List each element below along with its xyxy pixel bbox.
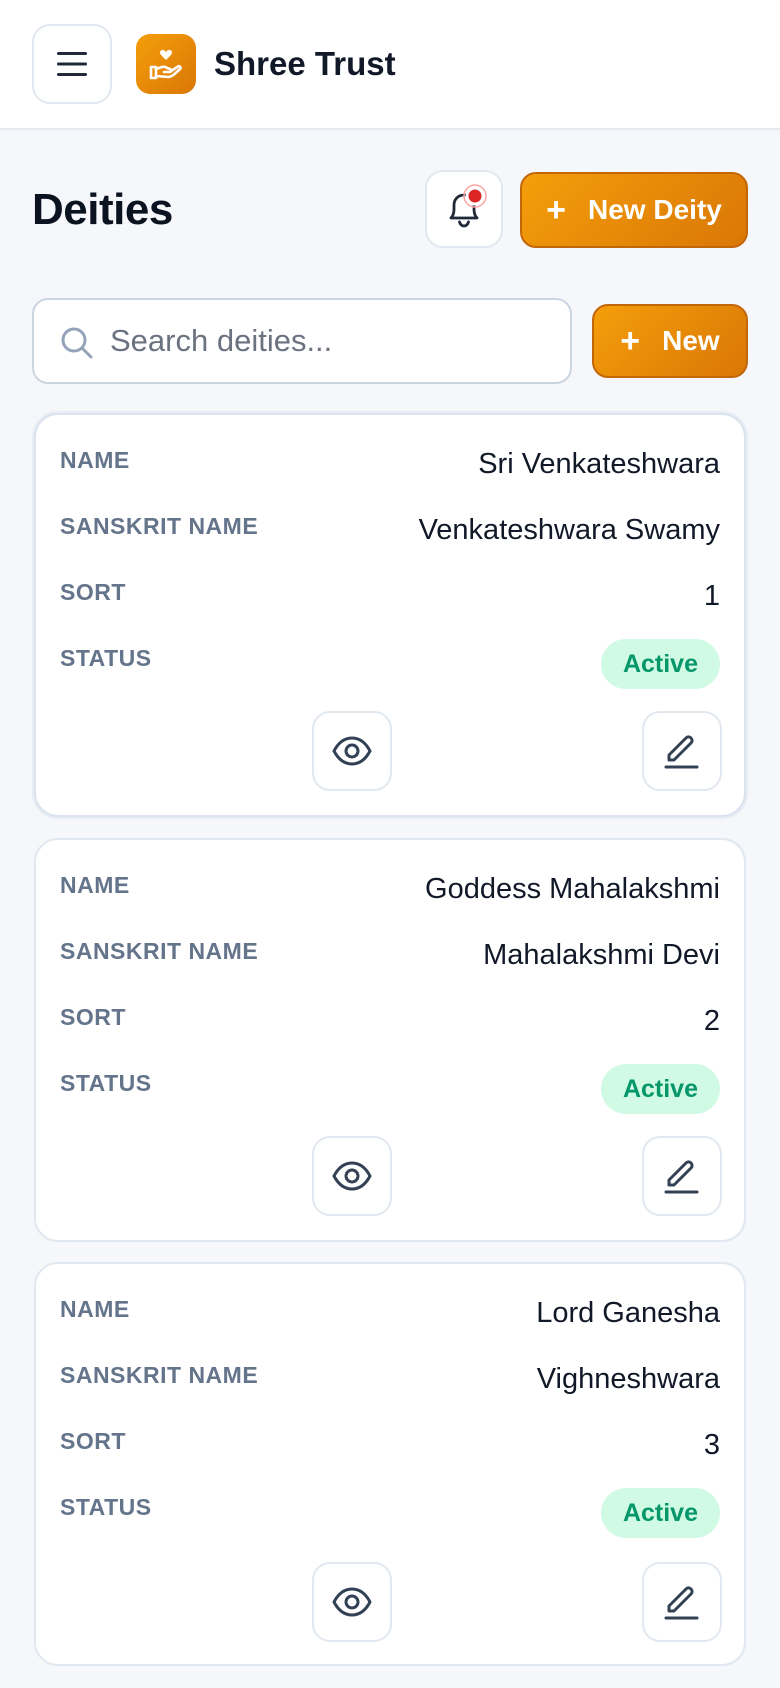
status-label: STATUS	[60, 645, 152, 671]
sanskrit-name-label: SANSKRIT NAME	[60, 938, 259, 964]
edit-button[interactable]	[642, 1562, 722, 1642]
page-title: Deities	[32, 185, 173, 234]
bell-icon	[449, 184, 487, 228]
sort-label: SORT	[60, 1428, 126, 1454]
eye-icon	[332, 1587, 372, 1617]
name-value: Sri Venkateshwara	[478, 448, 720, 480]
notifications-button[interactable]	[425, 170, 503, 248]
edit-button[interactable]	[642, 1136, 722, 1216]
hamburger-icon	[57, 52, 87, 76]
name-row: NAME Sri Venkateshwara	[60, 445, 720, 485]
sort-value: 3	[703, 1429, 720, 1461]
sanskrit-name-value: Venkateshwara Swamy	[418, 514, 720, 546]
name-label: NAME	[60, 447, 130, 473]
status-label: STATUS	[60, 1494, 152, 1520]
eye-icon	[332, 1161, 372, 1191]
menu-button[interactable]	[32, 24, 112, 104]
deity-card: NAME Lord Ganesha SANSKRIT NAME Vighnesh…	[34, 1262, 746, 1666]
status-badge: Active	[600, 1064, 720, 1114]
sanskrit-name-label: SANSKRIT NAME	[60, 1362, 259, 1388]
view-button[interactable]	[312, 1136, 392, 1216]
pencil-icon	[664, 735, 699, 769]
sort-row: SORT 2	[60, 1002, 720, 1042]
sort-row: SORT 3	[60, 1426, 720, 1466]
name-row: NAME Goddess Mahalakshmi	[60, 870, 720, 910]
status-row: STATUS Active	[60, 1064, 720, 1114]
sort-value: 1	[703, 580, 720, 612]
sanskrit-name-value: Vighneshwara	[536, 1363, 720, 1395]
name-value: Lord Ganesha	[536, 1297, 720, 1329]
sanskrit-name-row: SANSKRIT NAME Vighneshwara	[60, 1360, 720, 1400]
eye-icon	[332, 736, 372, 766]
search-input[interactable]	[110, 302, 550, 380]
plus-icon: +	[620, 322, 641, 360]
new-button[interactable]: + New	[592, 304, 748, 378]
status-label: STATUS	[60, 1070, 152, 1096]
sort-label: SORT	[60, 579, 126, 605]
app-header: Shree Trust	[0, 0, 780, 130]
new-deity-label: New Deity	[588, 194, 722, 225]
status-badge: Active	[600, 639, 720, 689]
name-label: NAME	[60, 1296, 130, 1322]
deity-card: NAME Goddess Mahalakshmi SANSKRIT NAME M…	[34, 838, 746, 1242]
pencil-icon	[664, 1160, 699, 1194]
brand-name: Shree Trust	[214, 45, 396, 82]
edit-button[interactable]	[642, 711, 722, 791]
search-icon	[61, 327, 93, 359]
sort-row: SORT 1	[60, 577, 720, 617]
new-label: New	[662, 325, 720, 356]
sort-label: SORT	[60, 1004, 126, 1030]
status-badge: Active	[600, 1488, 720, 1538]
new-deity-button[interactable]: + New Deity	[520, 172, 748, 248]
pencil-icon	[664, 1586, 699, 1620]
sanskrit-name-row: SANSKRIT NAME Venkateshwara Swamy	[60, 511, 720, 551]
hand-heart-icon	[149, 49, 182, 80]
search-box	[32, 298, 572, 384]
plus-icon: +	[546, 191, 567, 229]
view-button[interactable]	[312, 711, 392, 791]
sanskrit-name-value: Mahalakshmi Devi	[483, 939, 720, 971]
sort-value: 2	[703, 1005, 720, 1037]
deity-card: NAME Sri Venkateshwara SANSKRIT NAME Ven…	[34, 413, 746, 817]
status-row: STATUS Active	[60, 1488, 720, 1538]
app-logo	[136, 34, 196, 94]
sanskrit-name-label: SANSKRIT NAME	[60, 513, 259, 539]
view-button[interactable]	[312, 1562, 392, 1642]
notification-dot	[465, 186, 485, 206]
status-row: STATUS Active	[60, 639, 720, 689]
name-row: NAME Lord Ganesha	[60, 1294, 720, 1334]
sanskrit-name-row: SANSKRIT NAME Mahalakshmi Devi	[60, 936, 720, 976]
name-label: NAME	[60, 872, 130, 898]
name-value: Goddess Mahalakshmi	[425, 873, 720, 905]
